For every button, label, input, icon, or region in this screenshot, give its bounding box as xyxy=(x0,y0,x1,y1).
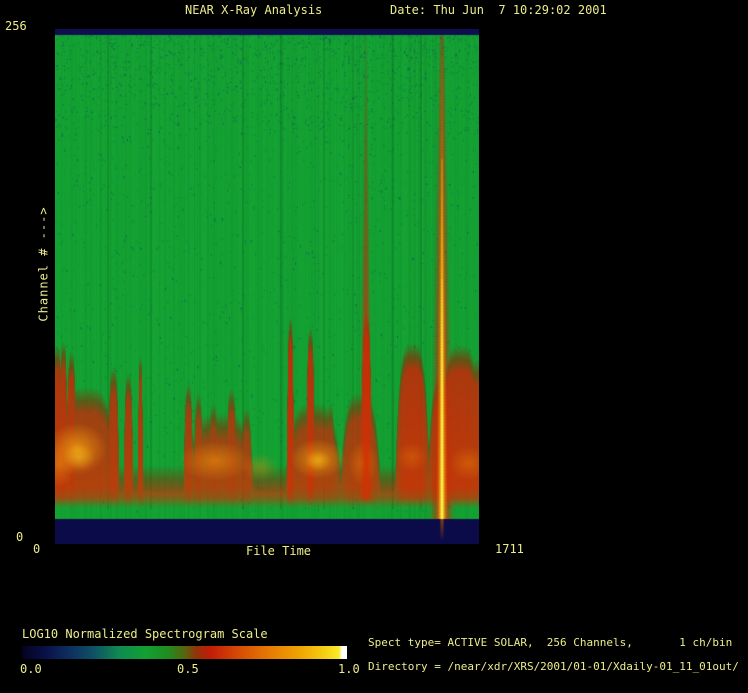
y-axis-min-label: 0 xyxy=(16,530,24,544)
date-label: Date: Thu Jun 7 10:29:02 2001 xyxy=(390,3,607,17)
colorbar-label: LOG10 Normalized Spectrogram Scale xyxy=(22,627,268,641)
colorbar-tick-min: 0.0 xyxy=(20,662,42,676)
x-axis-max-label: 1711 xyxy=(495,542,524,556)
colorbar-tick-max: 1.0 xyxy=(338,662,360,676)
x-axis-min-label: 0 xyxy=(33,542,41,556)
spect-type-line: Spect type= ACTIVE SOLAR, 256 Channels, … xyxy=(368,636,733,649)
y-axis-title: Channel # ---> xyxy=(36,206,51,322)
spectrogram-heatmap xyxy=(55,29,479,544)
colorbar-gradient xyxy=(22,646,347,659)
directory-line: Directory = /near/xdr/XRS/2001/01-01/Xda… xyxy=(368,660,739,673)
x-axis-title: File Time xyxy=(246,544,312,558)
y-axis-max-label: 256 xyxy=(5,19,27,33)
page-title: NEAR X-Ray Analysis xyxy=(185,3,323,17)
xray-analysis-window: NEAR X-Ray Analysis Date: Thu Jun 7 10:2… xyxy=(0,0,748,693)
colorbar-tick-mid: 0.5 xyxy=(177,662,199,676)
